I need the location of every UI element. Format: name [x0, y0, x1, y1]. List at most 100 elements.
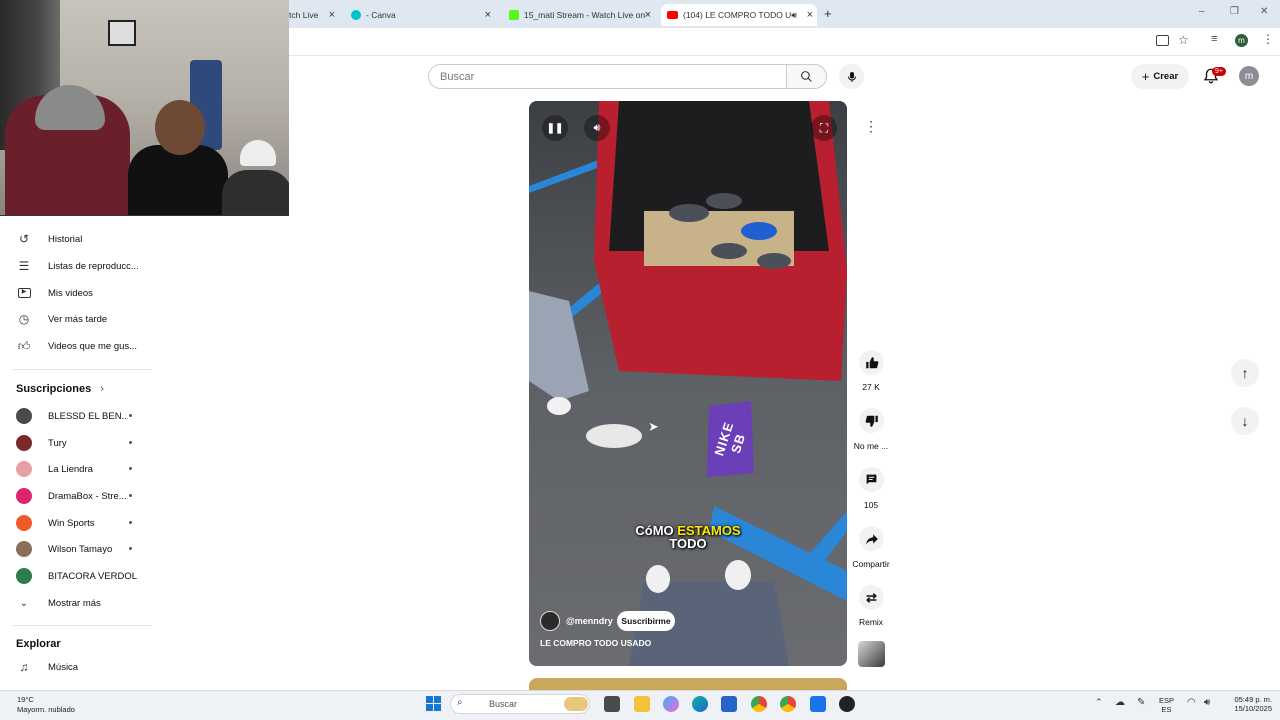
liked-icon: 👍︎ [17, 338, 31, 353]
channel-handle[interactable]: @menndry [566, 616, 613, 626]
app-icon[interactable] [810, 696, 826, 712]
youtube-favicon-icon [667, 11, 678, 19]
clock[interactable]: 05:49 p. m. 15/10/2025 [1222, 695, 1272, 713]
arrow-up-icon: ↑ [1241, 365, 1249, 381]
sidebar-item-historial[interactable]: ↺ Historial [0, 226, 150, 252]
comments-button[interactable] [859, 467, 884, 492]
bookmark-star-icon[interactable]: ☆ [1178, 33, 1189, 47]
sidebar-subscription[interactable]: Tury [0, 430, 150, 456]
volume-button[interactable]: 🔊︎ [584, 115, 610, 141]
remix-button[interactable]: ⇄ [859, 585, 884, 610]
channel-avatar[interactable] [540, 611, 560, 631]
close-tab-icon[interactable]: × [807, 9, 813, 21]
short-video-player[interactable]: NIKE SB ❚❚ 🔊︎ ⛶ CóMO ESTAMOS TODO @mennd… [529, 101, 847, 666]
more-options-icon[interactable]: ⋮ [864, 118, 878, 135]
speaker-icon[interactable]: 🔊︎ [791, 10, 797, 21]
sidebar-subscription[interactable]: DramaBox - Stre... [0, 483, 150, 509]
next-short-button[interactable]: ↓ [1231, 407, 1259, 435]
like-button[interactable] [859, 350, 884, 375]
install-app-icon[interactable] [1156, 35, 1169, 46]
channel-avatar [16, 461, 32, 477]
person-middle-head [155, 100, 205, 155]
browser-tab-twitch[interactable]: tch Live × [289, 4, 339, 26]
maximize-icon[interactable]: ❐ [1230, 6, 1239, 17]
new-content-dot [129, 467, 132, 470]
task-view-icon[interactable] [604, 696, 620, 712]
subscription-label: DramaBox - Stre... [48, 490, 127, 502]
tab-label: 15_mati Stream - Watch Live on [524, 10, 646, 20]
edge-icon[interactable] [692, 696, 708, 712]
browser-tab-youtube[interactable]: (104) LE COMPRO TODO U 🔊︎ × [661, 4, 817, 26]
obs-icon[interactable] [839, 696, 855, 712]
explore-heading: Explorar [16, 638, 61, 650]
browser-menu-icon[interactable]: ⋮ [1262, 32, 1274, 46]
pause-button[interactable]: ❚❚ [542, 115, 568, 141]
minimize-icon[interactable]: – [1199, 6, 1205, 17]
previous-short-button[interactable]: ↑ [1231, 359, 1259, 387]
chrome-profile-icon[interactable] [780, 696, 796, 712]
account-avatar[interactable]: m [1239, 66, 1259, 86]
sidebar-subscription[interactable]: Wilson Tamayo [0, 536, 150, 562]
tab-label: (104) LE COMPRO TODO U [683, 10, 792, 20]
language-indicator[interactable]: ESP ES [1159, 696, 1174, 714]
short-title[interactable]: LE COMPRO TODO USADO [540, 638, 651, 648]
search-input[interactable]: Buscar [428, 64, 786, 89]
sidebar-item-playlists[interactable]: ☰ Listas de reproducc... [0, 253, 150, 279]
caption-word: TODO [669, 536, 707, 551]
notifications-badge: 9+ [1212, 67, 1226, 76]
sidebar-subscription[interactable]: BLESSD EL BEN... [0, 403, 150, 429]
windows-start-icon[interactable] [426, 696, 441, 711]
channel-avatar [16, 541, 32, 557]
chrome-icon[interactable] [751, 696, 767, 712]
onedrive-icon[interactable]: ☁ [1115, 697, 1125, 708]
subscription-label: Wilson Tamayo [48, 543, 113, 555]
search-highlight-icon [564, 697, 588, 711]
show-more-button[interactable]: ⌄ Mostrar más [0, 590, 150, 616]
audio-source-thumbnail[interactable] [858, 641, 885, 667]
store-icon[interactable] [721, 696, 737, 712]
sidebar-item-my-videos[interactable]: ▶ Mis videos [0, 280, 150, 306]
voice-search-button[interactable] [839, 64, 864, 89]
sidebar-item-liked[interactable]: 👍︎ Videos que me gus... [0, 333, 150, 359]
sidebar-item-music[interactable]: ♫ Música [0, 654, 150, 680]
copilot-icon[interactable] [663, 696, 679, 712]
sidebar-subscription[interactable]: BITACORA VERDOL... [0, 563, 150, 589]
media-controls-icon[interactable]: ≡ [1211, 33, 1217, 45]
channel-avatar [16, 435, 32, 451]
close-tab-icon[interactable]: × [485, 9, 491, 21]
close-tab-icon[interactable]: × [645, 9, 651, 21]
sidebar-divider [12, 369, 152, 370]
share-button[interactable] [859, 526, 884, 551]
file-explorer-icon[interactable] [634, 696, 650, 712]
search-button[interactable] [786, 64, 827, 89]
tray-chevron-icon[interactable]: ⌃ [1095, 697, 1103, 708]
wifi-icon[interactable]: ◠ [1187, 697, 1196, 708]
browser-tab-canva[interactable]: - Canva × [345, 4, 495, 26]
channel-avatar [16, 408, 32, 424]
browser-tab-kick[interactable]: 15_mati Stream - Watch Live on × [503, 4, 655, 26]
fullscreen-icon: ⛶ [819, 120, 829, 135]
dislike-label: No me ... [853, 441, 889, 451]
subscription-label: BLESSD EL BEN... [48, 410, 128, 422]
sidebar-subscription[interactable]: La Liendra [0, 456, 150, 482]
volume-tray-icon[interactable]: 🔊︎ [1204, 697, 1210, 708]
like-count: 27 K [862, 382, 880, 392]
remix-icon: ⇄ [866, 589, 877, 605]
subscriptions-heading[interactable]: Suscripciones › [16, 383, 104, 395]
dislike-button[interactable] [859, 408, 884, 433]
new-tab-button[interactable]: + [824, 6, 832, 21]
sidebar-subscription[interactable]: Win Sports [0, 510, 150, 536]
wall-picture [108, 20, 136, 46]
pen-icon[interactable]: ✎ [1137, 697, 1145, 708]
profile-avatar[interactable]: m [1235, 34, 1248, 47]
create-button[interactable]: + Crear [1131, 64, 1189, 89]
close-window-icon[interactable]: ✕ [1260, 6, 1268, 17]
clock-time: 05:49 p. m. [1234, 695, 1272, 704]
fullscreen-button[interactable]: ⛶ [811, 115, 837, 141]
close-tab-icon[interactable]: × [329, 9, 335, 21]
person-right-cap [240, 140, 276, 166]
subscribe-button[interactable]: Suscribirme [617, 611, 675, 631]
sidebar-item-label: Mis videos [48, 287, 93, 299]
weather-widget[interactable]: 19°C Mayorm. nublado [17, 695, 75, 715]
sidebar-item-watch-later[interactable]: ◷ Ver más tarde [0, 306, 150, 332]
